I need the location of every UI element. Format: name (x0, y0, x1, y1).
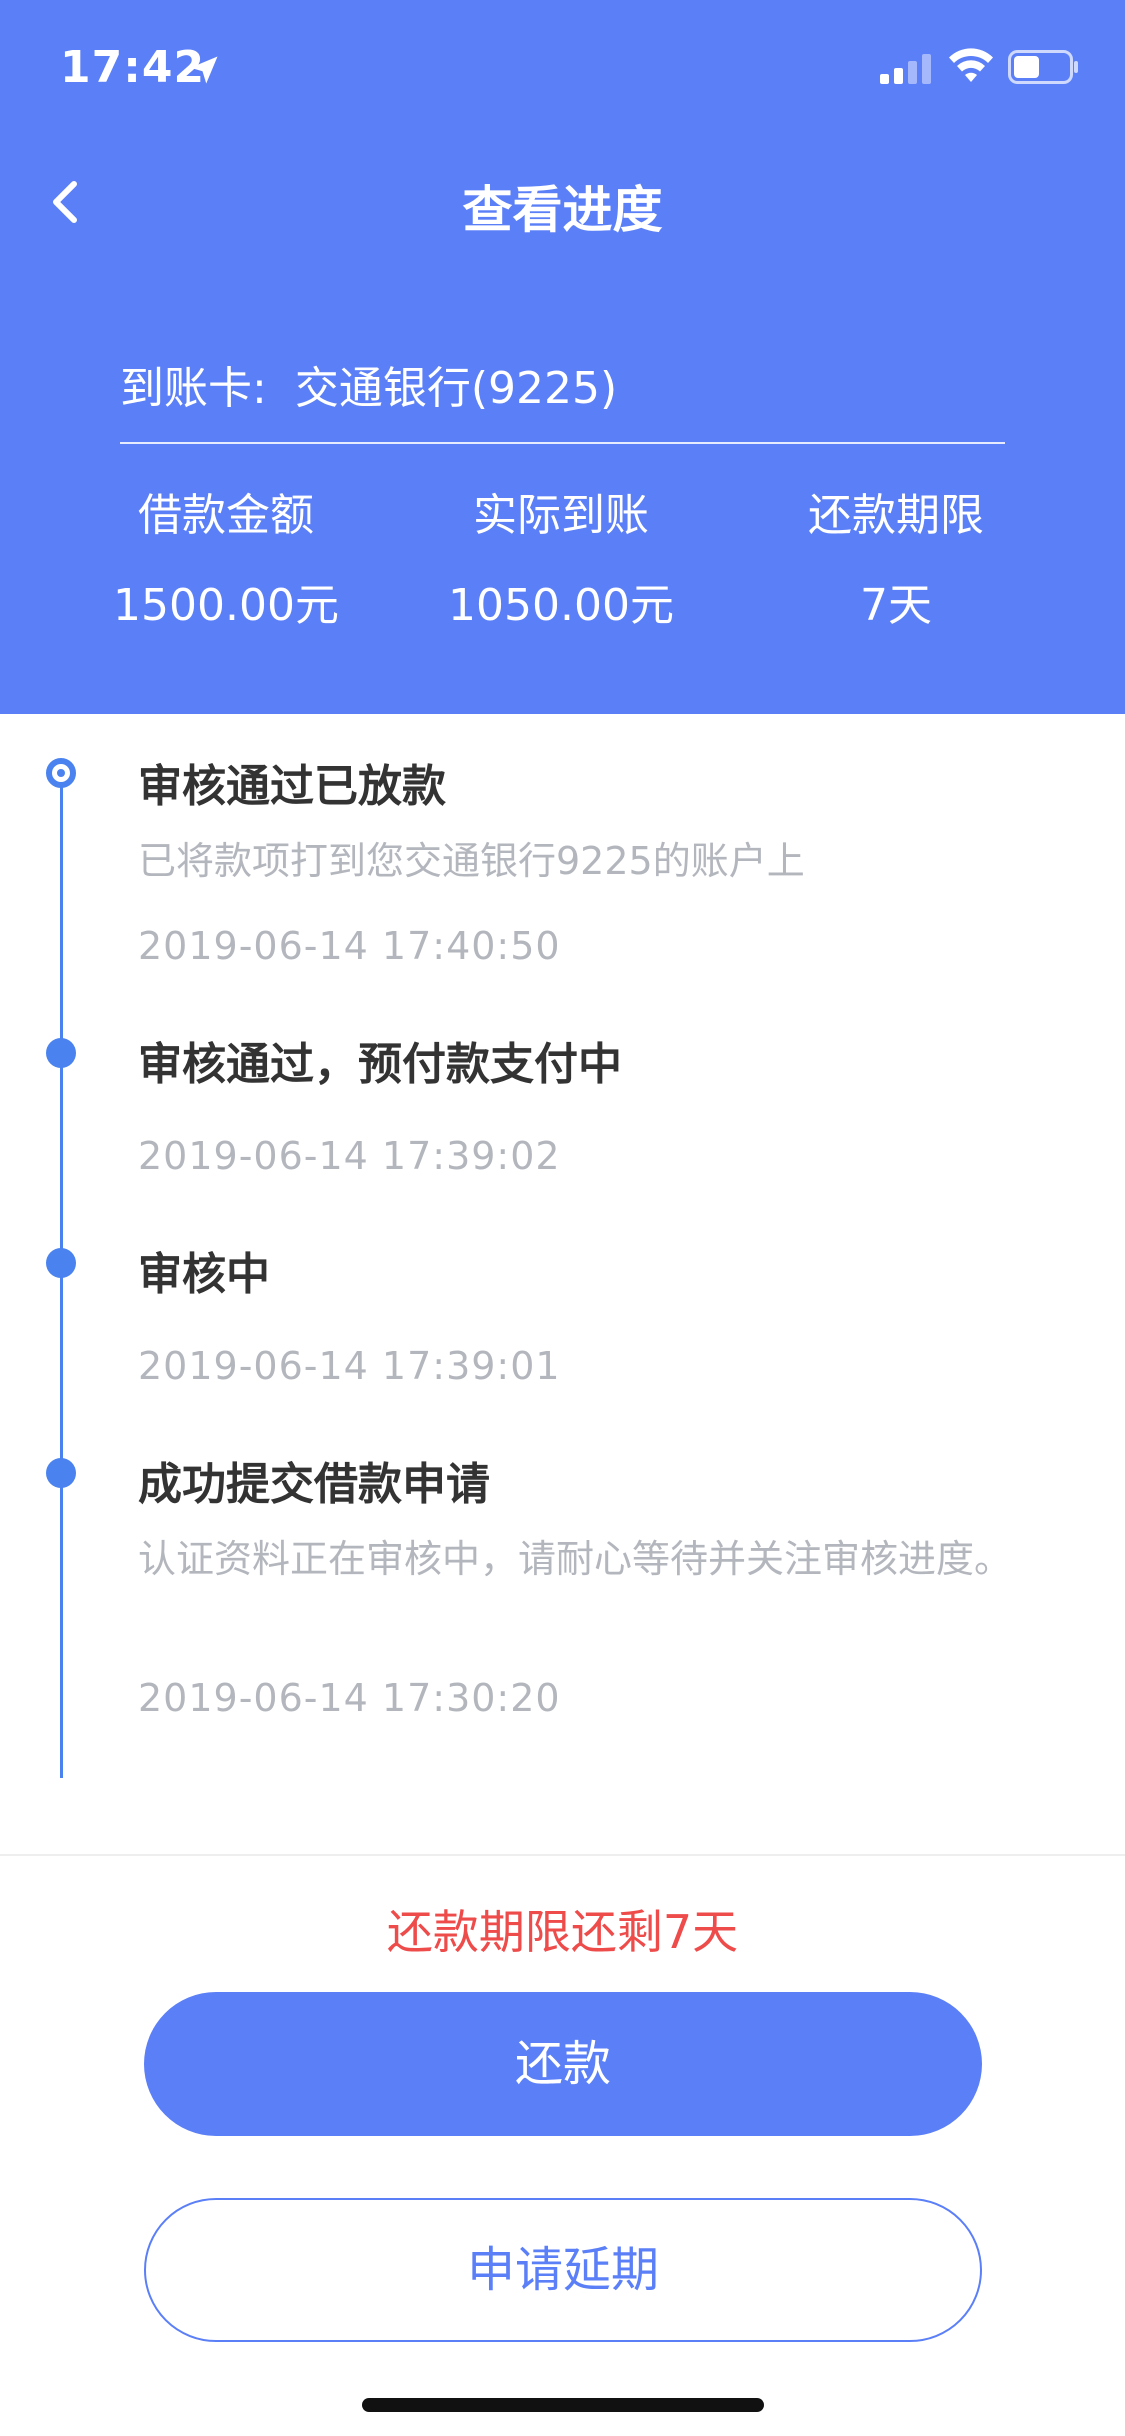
stat-label: 借款金额 (138, 490, 314, 541)
stat-loan-amount: 借款金额 1500.00元 (66, 488, 386, 634)
battery-icon (1008, 50, 1078, 84)
header: 17:42 查看进度 到账卡: 交通银行(9225) 借款金额 1500.00元… (0, 0, 1125, 714)
location-arrow-icon (190, 56, 218, 84)
wifi-icon (949, 48, 993, 82)
remaining-days-notice: 还款期限还剩7天 (386, 1905, 739, 1959)
stat-repay-term: 还款期限 7天 (736, 488, 1056, 634)
repay-button[interactable]: 还款 (144, 1992, 982, 2136)
timeline-time: 2019-06-14 17:39:01 (138, 1344, 561, 1388)
header-divider (120, 442, 1005, 444)
stat-value: 7天 (860, 580, 932, 631)
timeline-title: 审核通过，预付款支付中 (138, 1039, 622, 1090)
loan-stats: 借款金额 1500.00元 实际到账 1050.00元 还款期限 7天 (0, 488, 1125, 648)
timeline-desc: 认证资料正在审核中，请耐心等待并关注审核进度。 (138, 1537, 1013, 1581)
timeline-dot-icon (46, 1458, 76, 1488)
status-bar: 17:42 (0, 0, 1125, 140)
timeline-title: 审核中 (138, 1249, 270, 1300)
timeline-time: 2019-06-14 17:39:02 (138, 1134, 561, 1178)
receiving-card-row: 到账卡: 交通银行(9225) (120, 352, 617, 416)
cellular-signal-icon (880, 54, 931, 84)
timeline-dot-icon (46, 1038, 76, 1068)
progress-timeline: 审核通过已放款 已将款项打到您交通银行9225的账户上 2019-06-14 1… (0, 714, 1125, 1854)
page-title: 查看进度 (462, 181, 663, 239)
apply-extension-button[interactable]: 申请延期 (144, 2198, 982, 2342)
receiving-card-label: 到账卡: (120, 363, 267, 414)
stat-label: 还款期限 (808, 490, 984, 541)
stat-value: 1050.00元 (448, 580, 674, 631)
stat-value: 1500.00元 (113, 580, 339, 631)
stat-label: 实际到账 (473, 490, 649, 541)
timeline-desc: 已将款项打到您交通银行9225的账户上 (138, 839, 805, 883)
timeline-current-dot-icon (46, 758, 76, 788)
progress-screen: 17:42 查看进度 到账卡: 交通银行(9225) 借款金额 1500.00元… (0, 0, 1125, 2436)
footer-divider (0, 1854, 1125, 1856)
home-indicator[interactable] (362, 2398, 764, 2412)
receiving-card-bank: 交通银行(9225) (294, 363, 618, 414)
stat-actual-received: 实际到账 1050.00元 (401, 488, 721, 634)
timeline-dot-icon (46, 1248, 76, 1278)
nav-bar: 查看进度 (0, 140, 1125, 260)
timeline-title: 成功提交借款申请 (138, 1459, 490, 1510)
timeline-time: 2019-06-14 17:40:50 (138, 924, 561, 968)
timeline-time: 2019-06-14 17:30:20 (138, 1676, 561, 1720)
status-time: 17:42 (60, 42, 206, 93)
timeline-title: 审核通过已放款 (138, 761, 446, 812)
